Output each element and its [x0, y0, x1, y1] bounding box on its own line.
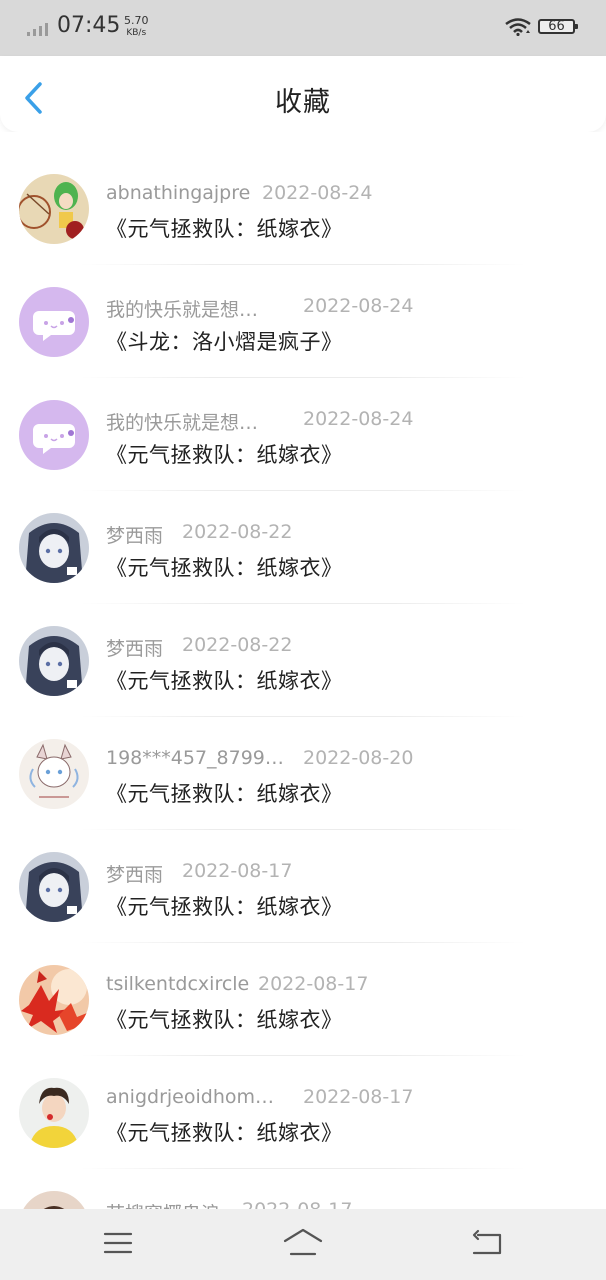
wifi-icon: [505, 18, 531, 36]
avatar[interactable]: [19, 1191, 89, 1209]
username[interactable]: 梦西雨: [106, 860, 182, 887]
favorite-date: 2022-08-24: [262, 182, 373, 204]
list-item[interactable]: 梦西雨 2022-08-22 《元气拯救队：纸嫁衣》: [0, 604, 606, 717]
favorite-date: 2022-08-20: [303, 747, 414, 769]
favorite-date: 2022-08-22: [182, 521, 293, 543]
avatar[interactable]: [19, 739, 89, 809]
book-title[interactable]: 《元气拯救队：纸嫁衣》: [106, 439, 343, 469]
list-item[interactable]: 节搜窗椰鬼浪2022-08-17: [0, 1169, 606, 1209]
page-title: 收藏: [275, 87, 331, 118]
list-item[interactable]: 198***457_8799… 2022-08-20 《元气拯救队：纸嫁衣》: [0, 717, 606, 830]
item-meta: 198***457_8799… 2022-08-20: [106, 747, 413, 769]
avatar[interactable]: [19, 513, 89, 583]
clock-time: 07:45: [57, 13, 121, 38]
book-title[interactable]: 《元气拯救队：纸嫁衣》: [106, 778, 343, 808]
username[interactable]: 198***457_8799…: [106, 747, 303, 769]
book-title[interactable]: 《元气拯救队：纸嫁衣》: [106, 213, 343, 243]
favorite-date: 2022-08-22: [182, 634, 293, 656]
system-nav-bar: [0, 1209, 606, 1280]
list-item[interactable]: 我的快乐就是想… 2022-08-24 《元气拯救队：纸嫁衣》: [0, 378, 606, 491]
favorite-date: 2022-08-17: [303, 1086, 414, 1108]
item-meta: 节搜窗椰鬼浪2022-08-17: [106, 1199, 352, 1209]
item-meta: 梦西雨 2022-08-17: [106, 860, 292, 887]
avatar[interactable]: [19, 1078, 89, 1148]
page-header: 收藏: [0, 56, 606, 132]
item-meta: 梦西雨 2022-08-22: [106, 634, 292, 661]
signal-icon: [27, 23, 48, 36]
list-item[interactable]: 我的快乐就是想… 2022-08-24 《斗龙：洛小熠是疯子》: [0, 265, 606, 378]
battery-indicator: 66: [538, 19, 578, 34]
username[interactable]: tsilkentdcxircle: [106, 973, 258, 995]
status-bar: 07:45 5.70 KB/s 66: [0, 0, 606, 56]
avatar[interactable]: [19, 965, 89, 1035]
favorites-list[interactable]: abnathingajpre 2022-08-24 《元气拯救队：纸嫁衣》 我的快…: [0, 132, 606, 1209]
book-title[interactable]: 《元气拯救队：纸嫁衣》: [106, 552, 343, 582]
home-button[interactable]: [282, 1227, 324, 1263]
list-item[interactable]: 梦西雨 2022-08-17 《元气拯救队：纸嫁衣》: [0, 830, 606, 943]
list-item[interactable]: anigdrjeoidhom… 2022-08-17 《元气拯救队：纸嫁衣》: [0, 1056, 606, 1169]
book-title[interactable]: 《元气拯救队：纸嫁衣》: [106, 1117, 343, 1147]
username[interactable]: abnathingajpre: [106, 182, 262, 204]
menu-button[interactable]: [102, 1227, 134, 1263]
favorite-date: 2022-08-17: [242, 1199, 352, 1209]
favorite-date: 2022-08-24: [303, 408, 414, 430]
avatar[interactable]: [19, 852, 89, 922]
username[interactable]: 梦西雨: [106, 634, 182, 661]
avatar[interactable]: [19, 626, 89, 696]
list-item[interactable]: tsilkentdcxircle 2022-08-17 《元气拯救队：纸嫁衣》: [0, 943, 606, 1056]
network-speed-unit: KB/s: [126, 28, 147, 38]
list-item[interactable]: abnathingajpre 2022-08-24 《元气拯救队：纸嫁衣》: [0, 152, 606, 265]
book-title[interactable]: 《元气拯救队：纸嫁衣》: [106, 665, 343, 695]
item-meta: tsilkentdcxircle 2022-08-17: [106, 973, 368, 995]
list-item[interactable]: 梦西雨 2022-08-22 《元气拯救队：纸嫁衣》: [0, 491, 606, 604]
avatar[interactable]: [19, 400, 89, 470]
book-title[interactable]: 《斗龙：洛小熠是疯子》: [106, 326, 343, 356]
item-meta: 梦西雨 2022-08-22: [106, 521, 292, 548]
favorite-date: 2022-08-24: [303, 295, 414, 317]
username[interactable]: 梦西雨: [106, 521, 182, 548]
favorite-date: 2022-08-17: [182, 860, 293, 882]
item-meta: 我的快乐就是想… 2022-08-24: [106, 295, 413, 322]
menu-icon: [103, 1232, 133, 1254]
home-icon: [283, 1228, 323, 1256]
username[interactable]: 节搜窗椰鬼浪: [106, 1199, 242, 1209]
back-icon: [472, 1229, 502, 1255]
book-title[interactable]: 《元气拯救队：纸嫁衣》: [106, 891, 343, 921]
book-title[interactable]: 《元气拯救队：纸嫁衣》: [106, 1004, 343, 1034]
item-meta: 我的快乐就是想… 2022-08-24: [106, 408, 413, 435]
system-back-button[interactable]: [470, 1227, 504, 1263]
avatar[interactable]: [19, 287, 89, 357]
item-meta: abnathingajpre 2022-08-24: [106, 182, 372, 204]
item-meta: anigdrjeoidhom… 2022-08-17: [106, 1086, 413, 1108]
username[interactable]: 我的快乐就是想…: [106, 295, 303, 322]
network-speed: 5.70 KB/s: [124, 15, 149, 39]
network-speed-value: 5.70: [124, 14, 149, 27]
avatar[interactable]: [19, 174, 89, 244]
username[interactable]: anigdrjeoidhom…: [106, 1086, 303, 1108]
username[interactable]: 我的快乐就是想…: [106, 408, 303, 435]
favorite-date: 2022-08-17: [258, 973, 369, 995]
